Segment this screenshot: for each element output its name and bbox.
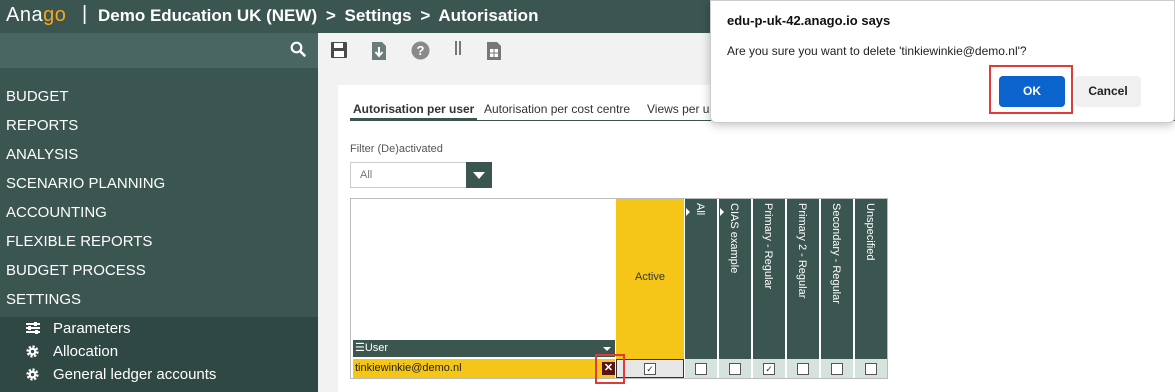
subnav-item-parameters[interactable]: Parameters xyxy=(0,317,318,340)
breadcrumb-separator: > xyxy=(420,6,431,25)
search-icon[interactable] xyxy=(290,41,306,57)
sidebar-nav: BUDGET REPORTS ANALYSIS SCENARIO PLANNIN… xyxy=(0,86,318,318)
svg-text:?: ? xyxy=(417,43,425,58)
breadcrumb-current: Autorisation xyxy=(438,6,539,25)
logo-text-suffix: go xyxy=(43,4,67,26)
grid-cell xyxy=(820,359,853,378)
subnav-label: Parameters xyxy=(53,320,131,337)
anago-logo[interactable]: Anago xyxy=(6,4,66,27)
sidebar-item-scenario-planning[interactable]: SCENARIO PLANNING xyxy=(0,173,318,202)
settings-subnav: Parameters Allocation General ledger acc… xyxy=(0,317,318,392)
column-marker-icon xyxy=(686,208,690,216)
grid-cell xyxy=(854,359,887,378)
column-icon[interactable] xyxy=(455,41,461,59)
active-checkbox[interactable]: ✓ xyxy=(644,363,656,375)
user-column-label: ☰User xyxy=(355,342,389,354)
sidebar-item-budget[interactable]: BUDGET xyxy=(0,86,318,115)
breadcrumb: Demo Education UK (NEW) > Settings > Aut… xyxy=(98,6,542,26)
save-icon[interactable] xyxy=(330,41,348,59)
column-label: Primary 2 - Regular xyxy=(796,203,808,299)
column-header-all[interactable]: All xyxy=(684,199,717,359)
sidebar-search-bar xyxy=(0,33,318,68)
checkbox-primary-regular[interactable]: ✓ xyxy=(763,363,775,375)
column-header-primary-2-regular[interactable]: Primary 2 - Regular xyxy=(786,199,819,359)
download-icon[interactable] xyxy=(371,41,387,61)
checkbox-cias-example[interactable] xyxy=(729,363,741,375)
breadcrumb-settings[interactable]: Settings xyxy=(345,6,412,25)
subnav-item-general-ledger-accounts[interactable]: General ledger accounts xyxy=(0,363,318,386)
sidebar-item-settings[interactable]: SETTINGS xyxy=(0,289,318,318)
confirm-dialog: edu-p-uk-42.anago.io says Are you sure y… xyxy=(710,0,1175,123)
dialog-message: Are you sure you want to delete 'tinkiew… xyxy=(727,44,1027,58)
user-column-header[interactable]: ☰User xyxy=(353,340,615,357)
subnav-label: General ledger accounts xyxy=(53,366,217,383)
dropdown-arrow-icon[interactable] xyxy=(603,347,611,351)
gear-icon xyxy=(26,368,39,381)
grid-cell xyxy=(684,359,717,378)
spreadsheet-icon[interactable] xyxy=(486,41,502,61)
help-icon[interactable]: ? xyxy=(411,41,430,60)
ok-highlight-box xyxy=(989,65,1073,114)
tab-autorisation-per-cost-centre[interactable]: Autorisation per cost centre xyxy=(481,101,633,121)
filter-label: Filter (De)activated xyxy=(350,143,443,155)
column-label: Secondary - Regular xyxy=(830,203,842,304)
grid-cell: ✓ xyxy=(752,359,785,378)
logo-text-prefix: Ana xyxy=(6,4,44,26)
authorisation-grid: ☰User Active All CIAS example Primary - … xyxy=(350,198,888,379)
sidebar-item-reports[interactable]: REPORTS xyxy=(0,115,318,144)
column-label: CIAS example xyxy=(728,203,740,274)
subnav-item-allocation[interactable]: Allocation xyxy=(0,340,318,363)
checkbox-all[interactable] xyxy=(695,363,707,375)
active-column-header[interactable]: Active xyxy=(616,199,684,359)
sidebar-item-flexible-reports[interactable]: FLEXIBLE REPORTS xyxy=(0,231,318,260)
sidebar-item-analysis[interactable]: ANALYSIS xyxy=(0,144,318,173)
checkbox-primary-2-regular[interactable] xyxy=(797,363,809,375)
column-header-secondary-regular[interactable]: Secondary - Regular xyxy=(820,199,853,359)
user-cell[interactable]: tinkiewinkie@demo.nl xyxy=(353,359,615,378)
column-label: All xyxy=(694,203,706,216)
filter-dropdown[interactable]: All xyxy=(350,162,492,188)
header-divider: | xyxy=(82,3,88,25)
breadcrumb-organisation[interactable]: Demo Education UK (NEW) xyxy=(98,6,317,25)
sidebar-item-accounting[interactable]: ACCOUNTING xyxy=(0,202,318,231)
grid-cell xyxy=(718,359,751,378)
dialog-title: edu-p-uk-42.anago.io says xyxy=(727,13,891,28)
gear-icon xyxy=(26,345,39,358)
delete-highlight-box xyxy=(595,354,625,384)
checkbox-unspecified[interactable] xyxy=(865,363,877,375)
tab-views-per-user[interactable]: Views per u xyxy=(644,101,712,121)
active-cell: ✓ xyxy=(616,359,684,378)
column-marker-icon xyxy=(720,208,724,216)
content-panel: Autorisation per user Autorisation per c… xyxy=(338,85,1175,392)
subnav-label: Allocation xyxy=(53,343,119,360)
column-header-cias-example[interactable]: CIAS example xyxy=(718,199,751,359)
column-label: Primary - Regular xyxy=(762,203,774,290)
chevron-down-icon[interactable] xyxy=(466,162,492,188)
breadcrumb-separator: > xyxy=(325,6,336,25)
sliders-icon xyxy=(26,322,40,334)
active-column-label: Active xyxy=(635,271,665,283)
column-header-unspecified[interactable]: Unspecified xyxy=(854,199,887,359)
column-header-primary-regular[interactable]: Primary - Regular xyxy=(752,199,785,359)
checkbox-secondary-regular[interactable] xyxy=(831,363,843,375)
sidebar: BUDGET REPORTS ANALYSIS SCENARIO PLANNIN… xyxy=(0,33,318,392)
cancel-button[interactable]: Cancel xyxy=(1075,76,1141,107)
filter-value: All xyxy=(360,169,373,181)
grid-cell xyxy=(786,359,819,378)
sidebar-item-budget-process[interactable]: BUDGET PROCESS xyxy=(0,260,318,289)
column-label: Unspecified xyxy=(864,203,876,261)
tab-autorisation-per-user[interactable]: Autorisation per user xyxy=(350,101,478,121)
